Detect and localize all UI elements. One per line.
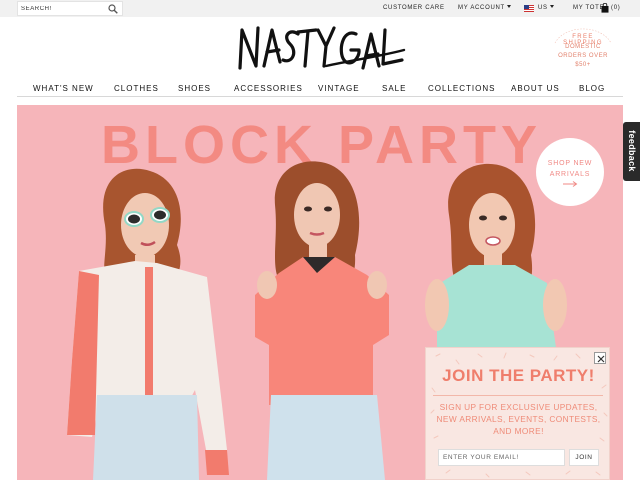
arrivals-label: ARRIVALS [549,171,591,178]
model-center-figure [255,161,389,480]
shop-new-label: SHOP NEW [547,160,593,167]
popup-title: JOIN THE PARTY! [442,366,595,385]
nav-item-whats-new[interactable]: WHAT'S NEW [33,84,94,93]
chevron-down-icon [506,5,511,8]
feedback-tab[interactable]: feedback [623,122,640,181]
us-flag-icon[interactable] [524,5,534,12]
nav-item-blog[interactable]: BLOG [579,84,605,93]
shop-new-arrivals-button[interactable]: SHOP NEW ARRIVALS [536,138,604,206]
close-icon [597,355,605,363]
model-left-figure [67,168,229,480]
close-popup-button[interactable] [594,352,606,364]
nasty-gal-logo[interactable] [232,22,408,80]
free-shipping-badge[interactable]: FREE SHIPPING DOMESTIC ORDERS OVER $50+ [551,25,615,75]
nav-item-clothes[interactable]: CLOTHES [114,84,159,93]
nav-item-accessories[interactable]: ACCESSORIES [234,84,303,93]
popup-divider [433,395,603,396]
orders-over-label: ORDERS OVER [558,53,608,59]
search-box [17,1,123,16]
nav-item-about-us[interactable]: ABOUT US [511,84,560,93]
feedback-label: feedback [627,130,637,172]
search-icon[interactable] [108,4,118,14]
country-selector[interactable]: US [538,5,554,11]
arrow-right-icon [563,181,578,187]
shopping-bag-icon[interactable] [601,3,609,13]
search-input[interactable] [21,3,107,15]
nav-item-shoes[interactable]: SHOES [178,84,211,93]
tote-count[interactable]: (0) [611,5,620,11]
nav-item-vintage[interactable]: VINTAGE [318,84,360,93]
newsletter-popup: JOIN THE PARTY! SIGN UP FOR EXCLUSIVE UP… [425,347,610,480]
main-nav: WHAT'S NEW CLOTHES SHOES ACCESSORIES VIN… [17,81,623,97]
my-tote-link[interactable]: MY TOTE [573,5,604,11]
nav-item-collections[interactable]: COLLECTIONS [428,84,495,93]
my-account-label: MY ACCOUNT [458,5,505,11]
nav-item-sale[interactable]: SALE [382,84,406,93]
email-field[interactable] [438,449,565,466]
chevron-down-icon [549,5,554,8]
domestic-label: DOMESTIC [565,44,601,50]
join-button[interactable]: JOIN [569,449,599,466]
customer-care-link[interactable]: CUSTOMER CARE [383,5,445,11]
popup-description: SIGN UP FOR EXCLUSIVE UPDATES, NEW ARRIV… [436,402,601,436]
threshold-label: $50+ [575,62,591,68]
top-utility-bar: CUSTOMER CARE MY ACCOUNT US MY TOTE (0) [0,0,640,17]
country-label: US [538,5,548,11]
my-account-dropdown[interactable]: MY ACCOUNT [458,5,511,11]
